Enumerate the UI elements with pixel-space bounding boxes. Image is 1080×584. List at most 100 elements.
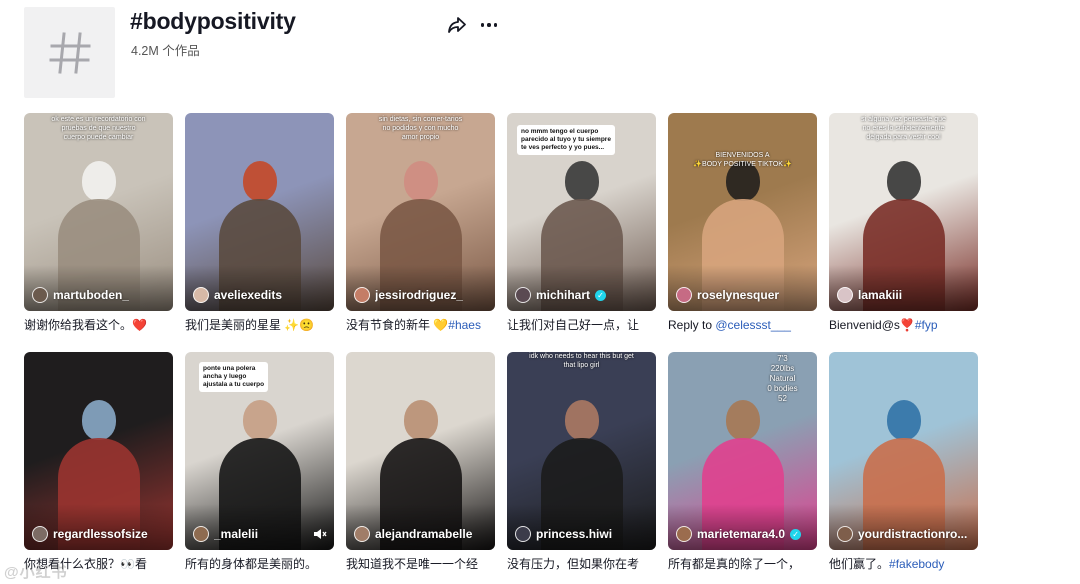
hash-icon bbox=[49, 31, 90, 74]
caption-text: 所有都是真的除了一个， bbox=[668, 557, 801, 571]
video-card[interactable]: regardlessofsize 你想看什么衣服？👀看 bbox=[24, 352, 173, 572]
video-caption[interactable]: Bienvenid@s❣️#fyp bbox=[829, 317, 978, 333]
person-head bbox=[81, 161, 116, 201]
video-author[interactable]: aveliexedits bbox=[193, 287, 326, 303]
video-card[interactable]: ponte una polera ancha y luego ajustala … bbox=[185, 352, 334, 572]
video-caption[interactable]: 没有节食的新年 💛#haes bbox=[346, 317, 495, 333]
video-author[interactable]: yourdistractionro... bbox=[837, 526, 970, 542]
video-author[interactable]: regardlessofsize bbox=[32, 526, 165, 542]
video-author[interactable]: lamakiii bbox=[837, 287, 970, 303]
video-card[interactable]: no mmm tengo el cuerpo parecido al tuyo … bbox=[507, 113, 656, 333]
video-card[interactable]: BIENVENIDOS A ✨BODY POSITIVE TIKTOK✨ rose… bbox=[668, 113, 817, 333]
video-card[interactable]: sin dietas, sin comer-tarios no podidos … bbox=[346, 113, 495, 333]
avatar[interactable] bbox=[676, 287, 692, 303]
avatar[interactable] bbox=[354, 287, 370, 303]
avatar[interactable] bbox=[193, 287, 209, 303]
video-thumbnail[interactable]: 7'3 220lbs Natural 0 bodies 52 marietemar… bbox=[668, 352, 817, 550]
more-options-button[interactable] bbox=[478, 14, 500, 36]
person-head bbox=[564, 161, 599, 201]
video-caption[interactable]: 我们是美丽的星星 ✨🙁 bbox=[185, 317, 334, 333]
video-thumbnail[interactable]: yourdistractionro... bbox=[829, 352, 978, 550]
video-caption[interactable]: 没有压力，但如果你在考 bbox=[507, 556, 656, 572]
video-overlay-text: ponte una polera ancha y luego ajustala … bbox=[199, 362, 269, 392]
avatar[interactable] bbox=[32, 526, 48, 542]
author-name[interactable]: princess.hiwi bbox=[536, 527, 612, 541]
video-overlay-text: idk who needs to hear this but get that … bbox=[529, 353, 634, 369]
video-thumbnail[interactable]: idk who needs to hear this but get that … bbox=[507, 352, 656, 550]
avatar[interactable] bbox=[354, 526, 370, 542]
author-name[interactable]: alejandramabelle bbox=[375, 527, 472, 541]
author-name[interactable]: lamakiii bbox=[858, 288, 902, 302]
video-card[interactable]: ok este es un recordatorio con pruebas d… bbox=[24, 113, 173, 333]
video-thumbnail[interactable]: ok este es un recordatorio con pruebas d… bbox=[24, 113, 173, 311]
avatar[interactable] bbox=[515, 287, 531, 303]
video-author[interactable]: marietemara4.0 ✓ bbox=[676, 526, 809, 542]
verified-badge-icon: ✓ bbox=[790, 528, 802, 540]
video-author[interactable]: _malelii bbox=[193, 526, 326, 542]
caption-emoji: ❤️ bbox=[132, 318, 147, 332]
video-card[interactable]: idk who needs to hear this but get that … bbox=[507, 352, 656, 572]
author-name[interactable]: yourdistractionro... bbox=[858, 527, 967, 541]
author-name[interactable]: aveliexedits bbox=[214, 288, 282, 302]
video-count: 4.2M 个作品 bbox=[131, 44, 200, 58]
author-name[interactable]: martuboden_ bbox=[53, 288, 129, 302]
video-card[interactable]: aveliexedits 我们是美丽的星星 ✨🙁 bbox=[185, 113, 334, 333]
caption-text: 所有的身体都是美丽的。 bbox=[185, 557, 318, 571]
video-thumbnail[interactable]: aveliexedits bbox=[185, 113, 334, 311]
author-name[interactable]: regardlessofsize bbox=[53, 527, 148, 541]
video-thumbnail[interactable]: sin dietas, sin comer-tarios no podidos … bbox=[346, 113, 495, 311]
muted-speaker-icon[interactable] bbox=[313, 527, 327, 541]
video-overlay-text: ok este es un recordatorio con pruebas d… bbox=[51, 116, 146, 141]
verified-badge-icon: ✓ bbox=[595, 289, 607, 301]
video-thumbnail[interactable]: ponte una polera ancha y luego ajustala … bbox=[185, 352, 334, 550]
caption-text: 没有节食的新年 💛 bbox=[346, 318, 449, 332]
caption-hashtag-link[interactable]: #haes bbox=[448, 318, 481, 332]
video-author[interactable]: jessirodriguez_ bbox=[354, 287, 487, 303]
person-head bbox=[725, 400, 760, 440]
author-name[interactable]: jessirodriguez_ bbox=[375, 288, 463, 302]
caption-hashtag-link[interactable]: #fakebody bbox=[889, 557, 944, 571]
share-button[interactable] bbox=[446, 14, 468, 36]
avatar[interactable] bbox=[515, 526, 531, 542]
watermark: @小红书 bbox=[4, 564, 68, 581]
avatar[interactable] bbox=[676, 526, 692, 542]
avatar[interactable] bbox=[32, 287, 48, 303]
video-caption[interactable]: 所有都是真的除了一个， bbox=[668, 556, 817, 572]
caption-hashtag-link[interactable]: @celessst___ bbox=[715, 318, 791, 332]
author-name[interactable]: _malelii bbox=[214, 527, 258, 541]
video-thumbnail[interactable]: BIENVENIDOS A ✨BODY POSITIVE TIKTOK✨ rose… bbox=[668, 113, 817, 311]
author-name[interactable]: michihart bbox=[536, 288, 590, 302]
video-card[interactable]: yourdistractionro... 他们赢了。#fakebody bbox=[829, 352, 978, 572]
video-author[interactable]: roselynesquer bbox=[676, 287, 809, 303]
video-card[interactable]: si alguna vez pensaste que no eres lo su… bbox=[829, 113, 978, 333]
video-card[interactable]: 7'3 220lbs Natural 0 bodies 52 marietemar… bbox=[668, 352, 817, 572]
video-card[interactable]: alejandramabelle 我知道我不是唯一一个经 bbox=[346, 352, 495, 572]
video-caption[interactable]: 他们赢了。#fakebody bbox=[829, 556, 978, 572]
avatar[interactable] bbox=[837, 526, 853, 542]
hashtag-avatar bbox=[24, 7, 115, 98]
video-author[interactable]: michihart ✓ bbox=[515, 287, 648, 303]
author-name[interactable]: marietemara4.0 bbox=[697, 527, 785, 541]
avatar[interactable] bbox=[837, 287, 853, 303]
video-caption[interactable]: 谢谢你给我看这个。❤️ bbox=[24, 317, 173, 333]
person-head bbox=[403, 400, 438, 440]
video-author[interactable]: martuboden_ bbox=[32, 287, 165, 303]
video-thumbnail[interactable]: si alguna vez pensaste que no eres lo su… bbox=[829, 113, 978, 311]
dot-icon bbox=[487, 23, 491, 27]
dot-icon bbox=[493, 23, 498, 27]
video-caption[interactable]: Reply to @celessst___ bbox=[668, 317, 817, 333]
video-thumbnail[interactable]: alejandramabelle bbox=[346, 352, 495, 550]
video-caption[interactable]: 我知道我不是唯一一个经 bbox=[346, 556, 495, 572]
caption-text: 我们是美丽的星星 bbox=[185, 318, 285, 332]
video-author[interactable]: alejandramabelle bbox=[354, 526, 487, 542]
video-caption[interactable]: 所有的身体都是美丽的。 bbox=[185, 556, 334, 572]
video-thumbnail[interactable]: no mmm tengo el cuerpo parecido al tuyo … bbox=[507, 113, 656, 311]
caption-hashtag-link[interactable]: #fyp bbox=[915, 318, 938, 332]
caption-text: Bienvenid@s bbox=[829, 318, 900, 332]
caption-text: 谢谢你给我看这个。 bbox=[24, 318, 133, 332]
author-name[interactable]: roselynesquer bbox=[697, 288, 779, 302]
avatar[interactable] bbox=[193, 526, 209, 542]
video-author[interactable]: princess.hiwi bbox=[515, 526, 648, 542]
video-caption[interactable]: 让我们对自己好一点，让 bbox=[507, 317, 656, 333]
video-thumbnail[interactable]: regardlessofsize bbox=[24, 352, 173, 550]
